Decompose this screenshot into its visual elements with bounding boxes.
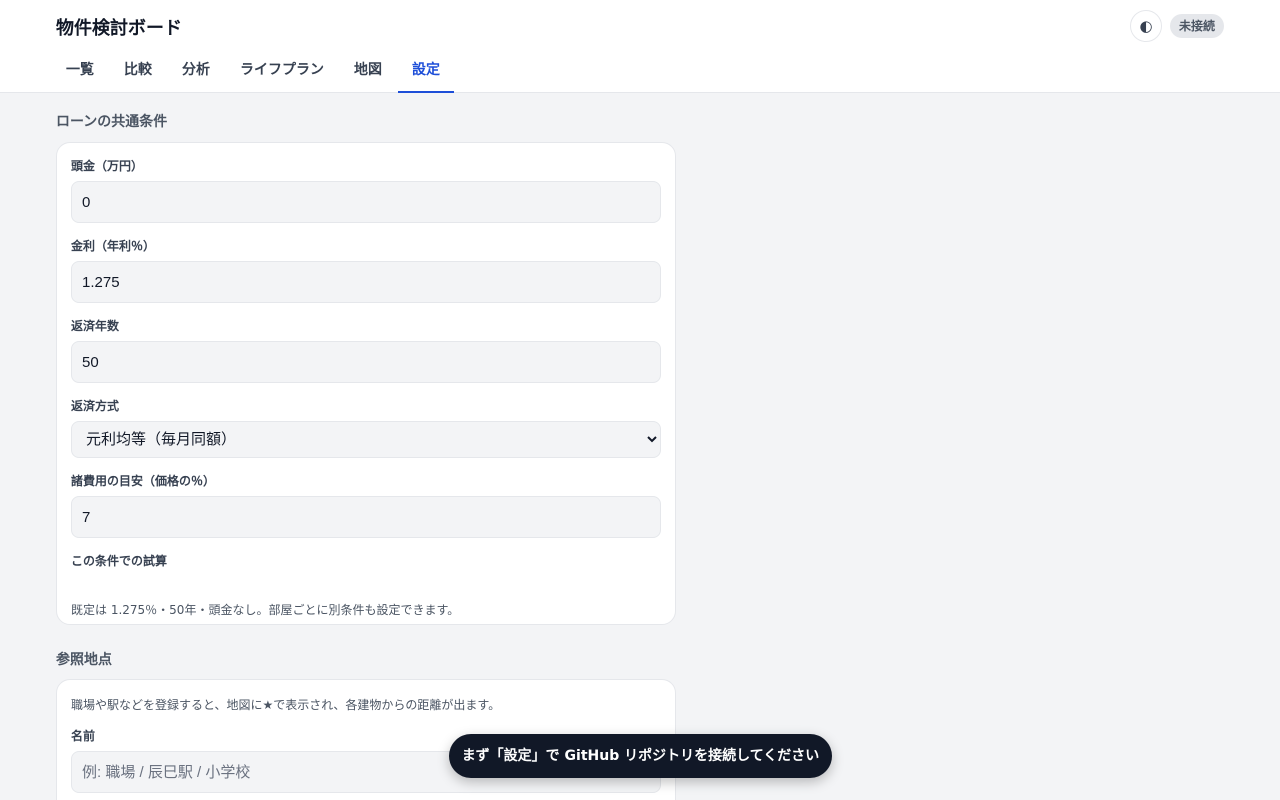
tab-settings[interactable]: 設定 [398, 48, 454, 93]
connection-status-badge: 未接続 [1170, 14, 1225, 38]
loan-settings-card: 頭金（万円） 金利（年利％） 返済年数 返済方式 元利均等（毎月同額） 諸費用の… [56, 142, 676, 625]
interest-rate-input[interactable] [71, 261, 661, 303]
repayment-years-label: 返済年数 [71, 319, 120, 333]
expenses-label: 諸費用の目安（価格の％） [71, 474, 216, 488]
simulation-result [71, 569, 661, 601]
repayment-method-label: 返済方式 [71, 399, 120, 413]
reference-section-title: 参照地点 [56, 652, 112, 668]
app-header: 物件検討ボード ◐ 未接続 一覧 比較 分析 ライフプラン 地図 設定 [0, 0, 1280, 93]
loan-section-title: ローンの共通条件 [56, 114, 168, 130]
interest-rate-label: 金利（年利％） [71, 239, 156, 253]
tab-compare[interactable]: 比較 [110, 48, 166, 93]
down-payment-input[interactable] [71, 181, 661, 223]
app-title: 物件検討ボード [56, 18, 182, 39]
simulation-label: この条件での試算 [71, 554, 168, 568]
toast-notification: まず「設定」で GitHub リポジトリを接続してください [449, 734, 832, 778]
repayment-method-select[interactable]: 元利均等（毎月同額） [71, 421, 661, 458]
reference-description: 職場や駅などを登録すると、地図に★で表示され、各建物からの距離が出ます。 [71, 698, 501, 712]
theme-toggle-icon[interactable]: ◐ [1130, 10, 1162, 42]
tab-list[interactable]: 一覧 [52, 48, 108, 93]
repayment-years-input[interactable] [71, 341, 661, 383]
loan-note: 既定は 1.275％・50年・頭金なし。部屋ごとに別条件も設定できます。 [71, 603, 460, 617]
tab-analysis[interactable]: 分析 [168, 48, 224, 93]
down-payment-label: 頭金（万円） [71, 159, 144, 173]
tab-lifeplan[interactable]: ライフプラン [226, 48, 338, 93]
expenses-input[interactable] [71, 496, 661, 538]
tab-map[interactable]: 地図 [340, 48, 396, 93]
main-tabs: 一覧 比較 分析 ライフプラン 地図 設定 [52, 48, 456, 93]
